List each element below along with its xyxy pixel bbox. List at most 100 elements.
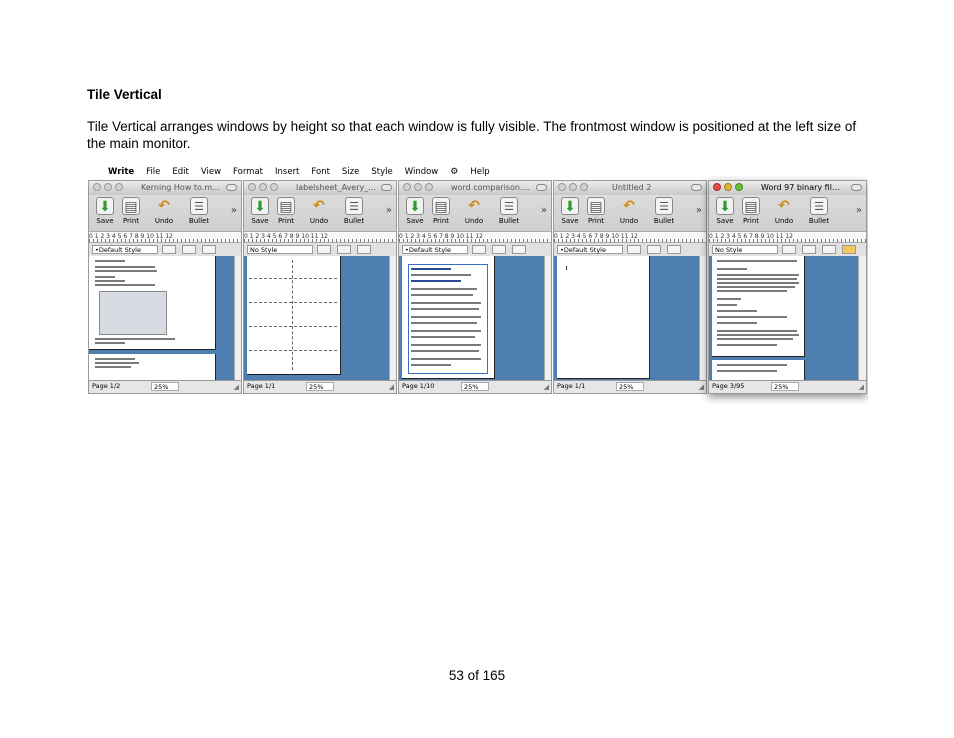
vertical-scrollbar[interactable] — [858, 256, 866, 381]
script-menu-icon[interactable]: ⚙ — [450, 167, 458, 177]
menu-format[interactable]: Format — [233, 167, 263, 177]
align-left-button[interactable] — [782, 245, 796, 254]
print-button[interactable]: ▤ Print — [273, 197, 299, 225]
undo-button[interactable]: ↶ Undo — [461, 197, 487, 225]
toolbar-toggle-button[interactable] — [381, 184, 392, 191]
toolbar-overflow-icon[interactable]: » — [231, 205, 237, 216]
spacing-button[interactable] — [802, 245, 816, 254]
resize-grip-icon[interactable]: ◢ — [389, 382, 394, 393]
close-button[interactable] — [713, 183, 721, 191]
zoom-button[interactable] — [115, 183, 123, 191]
toolbar-toggle-button[interactable] — [691, 184, 702, 191]
resize-grip-icon[interactable]: ◢ — [699, 382, 704, 393]
menu-window[interactable]: Window — [405, 167, 439, 177]
undo-button[interactable]: ↶ Undo — [616, 197, 642, 225]
zoom-select[interactable]: 25% — [616, 382, 644, 391]
spacing-button[interactable] — [647, 245, 661, 254]
menu-style[interactable]: Style — [371, 167, 392, 177]
menu-help[interactable]: Help — [470, 167, 489, 177]
document-area[interactable] — [399, 256, 544, 381]
menu-file[interactable]: File — [146, 167, 160, 177]
print-button[interactable]: ▤ Print — [738, 197, 764, 225]
window-titlebar[interactable]: Kerning How to.m... — [89, 181, 241, 195]
print-button[interactable]: ▤ Print — [118, 197, 144, 225]
undo-button[interactable]: ↶ Undo — [771, 197, 797, 225]
vertical-scrollbar[interactable] — [699, 256, 706, 381]
window-kerning[interactable]: Kerning How to.m... ⬇ Save ▤ Print ↶ Undo ☰… — [88, 180, 242, 394]
style-select[interactable]: •Default Style — [557, 245, 623, 254]
ruler[interactable]: 0 1 2 3 4 5 6 7 8 9 10 11 12 — [709, 231, 866, 243]
align-left-button[interactable] — [162, 245, 176, 254]
save-button[interactable]: ⬇ Save — [712, 197, 738, 225]
style-select[interactable]: •Default Style — [92, 245, 158, 254]
ruler[interactable]: 0 1 2 3 4 5 6 7 8 9 10 11 12 — [554, 231, 706, 243]
menu-font[interactable]: Font — [311, 167, 330, 177]
menu-size[interactable]: Size — [342, 167, 359, 177]
menu-edit[interactable]: Edit — [172, 167, 188, 177]
window-word-97-binary[interactable]: Word 97 binary fil... ⬇ Save ▤ Print ↶ Undo… — [708, 180, 867, 394]
bullet-button[interactable]: ☰ Bullet — [496, 197, 522, 225]
window-titlebar[interactable]: Word 97 binary fil... — [709, 181, 866, 195]
vertical-scrollbar[interactable] — [234, 256, 241, 381]
list-style-button[interactable] — [512, 245, 526, 254]
close-button[interactable] — [93, 183, 101, 191]
print-button[interactable]: ▤ Print — [583, 197, 609, 225]
zoom-select[interactable]: 25% — [151, 382, 179, 391]
document-area[interactable] — [244, 256, 389, 381]
window-titlebar[interactable]: word comparison.... — [399, 181, 551, 195]
ruler[interactable]: 0 1 2 3 4 5 6 7 8 9 10 11 12 — [244, 231, 396, 243]
align-left-button[interactable] — [627, 245, 641, 254]
zoom-select[interactable]: 25% — [771, 382, 799, 391]
list-style-button[interactable] — [822, 245, 836, 254]
style-select[interactable]: •Default Style — [402, 245, 468, 254]
save-button[interactable]: ⬇ Save — [92, 197, 118, 225]
spacing-button[interactable] — [492, 245, 506, 254]
toolbar-overflow-icon[interactable]: » — [856, 205, 862, 216]
print-button[interactable]: ▤ Print — [428, 197, 454, 225]
style-select[interactable]: No Style — [247, 245, 313, 254]
zoom-button[interactable] — [270, 183, 278, 191]
save-button[interactable]: ⬇ Save — [247, 197, 273, 225]
bullet-button[interactable]: ☰ Bullet — [651, 197, 677, 225]
window-word-comparison[interactable]: word comparison.... ⬇ Save ▤ Print ↶ Undo ☰… — [398, 180, 552, 394]
vertical-scrollbar[interactable] — [544, 256, 551, 381]
menu-insert[interactable]: Insert — [275, 167, 299, 177]
minimize-button[interactable] — [414, 183, 422, 191]
zoom-select[interactable]: 25% — [461, 382, 489, 391]
resize-grip-icon[interactable]: ◢ — [544, 382, 549, 393]
close-button[interactable] — [558, 183, 566, 191]
minimize-button[interactable] — [104, 183, 112, 191]
document-area[interactable] — [554, 256, 699, 381]
spacing-button[interactable] — [182, 245, 196, 254]
align-left-button[interactable] — [317, 245, 331, 254]
bullet-button[interactable]: ☰ Bullet — [341, 197, 367, 225]
ruler[interactable]: 0 1 2 3 4 5 6 7 8 9 10 11 12 — [89, 231, 241, 243]
toolbar-toggle-button[interactable] — [851, 184, 862, 191]
toolbar-overflow-icon[interactable]: » — [386, 205, 392, 216]
align-left-button[interactable] — [472, 245, 486, 254]
minimize-button[interactable] — [569, 183, 577, 191]
zoom-button[interactable] — [580, 183, 588, 191]
close-button[interactable] — [248, 183, 256, 191]
bullet-button[interactable]: ☰ Bullet — [186, 197, 212, 225]
bullet-button[interactable]: ☰ Bullet — [806, 197, 832, 225]
ruler[interactable]: 0 1 2 3 4 5 6 7 8 9 10 11 12 — [399, 231, 551, 243]
spacing-button[interactable] — [337, 245, 351, 254]
minimize-button[interactable] — [259, 183, 267, 191]
window-titlebar[interactable]: labelsheet_Avery_... — [244, 181, 396, 195]
zoom-button[interactable] — [735, 183, 743, 191]
toolbar-overflow-icon[interactable]: » — [541, 205, 547, 216]
list-style-button[interactable] — [667, 245, 681, 254]
list-style-button[interactable] — [202, 245, 216, 254]
menu-write[interactable]: Write — [108, 167, 134, 177]
window-untitled-2[interactable]: Untitled 2 ⬇ Save ▤ Print ↶ Undo ☰ Bullet » … — [553, 180, 707, 394]
toolbar-toggle-button[interactable] — [536, 184, 547, 191]
save-button[interactable]: ⬇ Save — [557, 197, 583, 225]
window-labelsheet[interactable]: labelsheet_Avery_... ⬇ Save ▤ Print ↶ Undo … — [243, 180, 397, 394]
toolbar-toggle-button[interactable] — [226, 184, 237, 191]
window-titlebar[interactable]: Untitled 2 — [554, 181, 706, 195]
style-select[interactable]: No Style — [712, 245, 778, 254]
menu-view[interactable]: View — [201, 167, 221, 177]
zoom-select[interactable]: 25% — [306, 382, 334, 391]
undo-button[interactable]: ↶ Undo — [151, 197, 177, 225]
